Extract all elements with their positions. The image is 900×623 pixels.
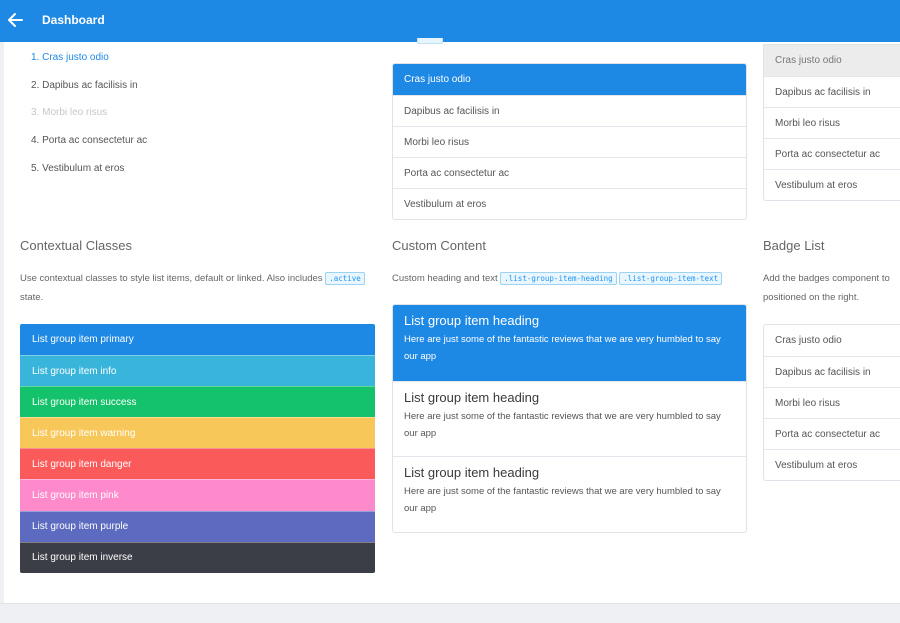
description-text: state. — [20, 292, 44, 303]
list-item-text: Here are just some of the fantastic revi… — [404, 334, 721, 362]
list-group-item-danger[interactable]: List group item danger — [20, 448, 375, 480]
list-group-item-primary[interactable]: List group item primary — [20, 324, 375, 356]
list-item-label: List group item purple — [32, 521, 129, 533]
description-text: Add the badges component to — [763, 273, 890, 284]
list-item-label: List group item info — [32, 365, 117, 377]
custom-list-item[interactable]: List group item heading Here are just so… — [393, 380, 746, 457]
list-group-item[interactable]: Vestibulum at eros — [764, 169, 900, 200]
section-title-badge: Badge List — [763, 238, 825, 253]
code-chip-fragment — [417, 38, 443, 44]
section-title-contextual: Contextual Classes — [20, 238, 132, 253]
list-item-label: List group item danger — [32, 458, 132, 470]
list-group-item[interactable]: Morbi leo risus — [764, 107, 900, 138]
list-group-item[interactable]: Vestibulum at eros — [764, 449, 900, 480]
ordered-list-item: 2. Dapibus ac facilisis in — [31, 79, 138, 91]
custom-list-item[interactable]: List group item heading Here are just so… — [393, 305, 746, 381]
list-group-item[interactable]: Dapibus ac facilisis in — [764, 76, 900, 107]
list-item-heading: List group item heading — [404, 389, 540, 405]
list-group-item[interactable]: Porta ac consectetur ac — [764, 418, 900, 449]
list-group-item-inverse[interactable]: List group item inverse — [20, 541, 375, 573]
section-title-custom: Custom Content — [392, 238, 486, 253]
list-item-label: List group item success — [32, 396, 137, 408]
list-group-item[interactable]: Morbi leo risus — [393, 126, 746, 157]
list-group-item[interactable]: Porta ac consectetur ac — [764, 138, 900, 169]
ordered-list-item: 5. Vestibulum at eros — [31, 162, 125, 174]
description-text: Custom heading and text — [392, 273, 498, 284]
list-item-text: Here are just some of the fantastic revi… — [404, 486, 721, 514]
arrow-left-icon[interactable] — [6, 10, 26, 30]
list-group-item[interactable]: Morbi leo risus — [764, 387, 900, 418]
description-text: Use contextual classes to style list ite… — [20, 273, 323, 284]
list-group-item-purple[interactable]: List group item purple — [20, 510, 375, 542]
custom-list-item[interactable]: List group item heading Here are just so… — [393, 456, 746, 532]
list-group-item-info[interactable]: List group item info — [20, 355, 375, 387]
list-group-item[interactable]: Cras justo odio — [764, 45, 900, 76]
ordered-list-item: 4. Porta ac consectetur ac — [31, 135, 148, 147]
list-item-heading: List group item heading — [404, 465, 540, 480]
section-description: Use contextual classes to style list ite… — [20, 269, 370, 307]
custom-content-list-group: List group item heading Here are just so… — [392, 304, 747, 533]
ordered-list: 1. Cras justo odio 2. Dapibus ac facilis… — [31, 51, 147, 189]
section-description: Custom heading and text .list-group-item… — [392, 269, 752, 288]
list-item-label: List group item pink — [32, 490, 119, 502]
list-group-item[interactable]: Cras justo odio — [393, 64, 746, 95]
code-snippet: .list-group-item-heading — [500, 272, 617, 285]
top-app-bar: Dashboard — [0, 0, 900, 42]
list-item-text: Here are just some of the fantastic revi… — [404, 410, 721, 439]
linked-list-group: Cras justo odio Dapibus ac facilisis in … — [392, 63, 747, 220]
ordered-list-item[interactable]: 1. Cras justo odio — [31, 51, 147, 79]
list-item-heading: List group item heading — [404, 313, 540, 328]
code-snippet: .active — [325, 272, 365, 285]
list-group-item-warning[interactable]: List group item warning — [20, 417, 375, 449]
contextual-list-group: List group item primary List group item … — [20, 324, 375, 573]
code-snippet: .list-group-item-text — [619, 272, 723, 285]
list-item-label: List group item warning — [32, 427, 136, 439]
list-item-label: List group item inverse — [32, 552, 133, 564]
hover-list-group: Cras justo odio Dapibus ac facilisis in … — [763, 44, 900, 201]
list-group-item[interactable]: Dapibus ac facilisis in — [393, 95, 746, 126]
section-description: Add the badges component to positioned o… — [763, 269, 900, 307]
list-group-item-pink[interactable]: List group item pink — [20, 479, 375, 511]
list-group-item[interactable]: Vestibulum at eros — [393, 188, 746, 219]
list-item-label: List group item primary — [32, 334, 134, 346]
list-group-item[interactable]: Porta ac consectetur ac — [393, 157, 746, 188]
list-group-item[interactable]: Cras justo odio — [764, 325, 900, 356]
ordered-list-item: 3. Morbi leo risus — [31, 107, 108, 119]
page-title: Dashboard — [42, 13, 105, 27]
list-group-item-success[interactable]: List group item success — [20, 386, 375, 418]
badge-list-group: Cras justo odio Dapibus ac facilisis in … — [763, 324, 900, 481]
description-text: positioned on the right. — [763, 292, 860, 303]
footer-divider — [0, 603, 900, 623]
list-group-item[interactable]: Dapibus ac facilisis in — [764, 356, 900, 387]
